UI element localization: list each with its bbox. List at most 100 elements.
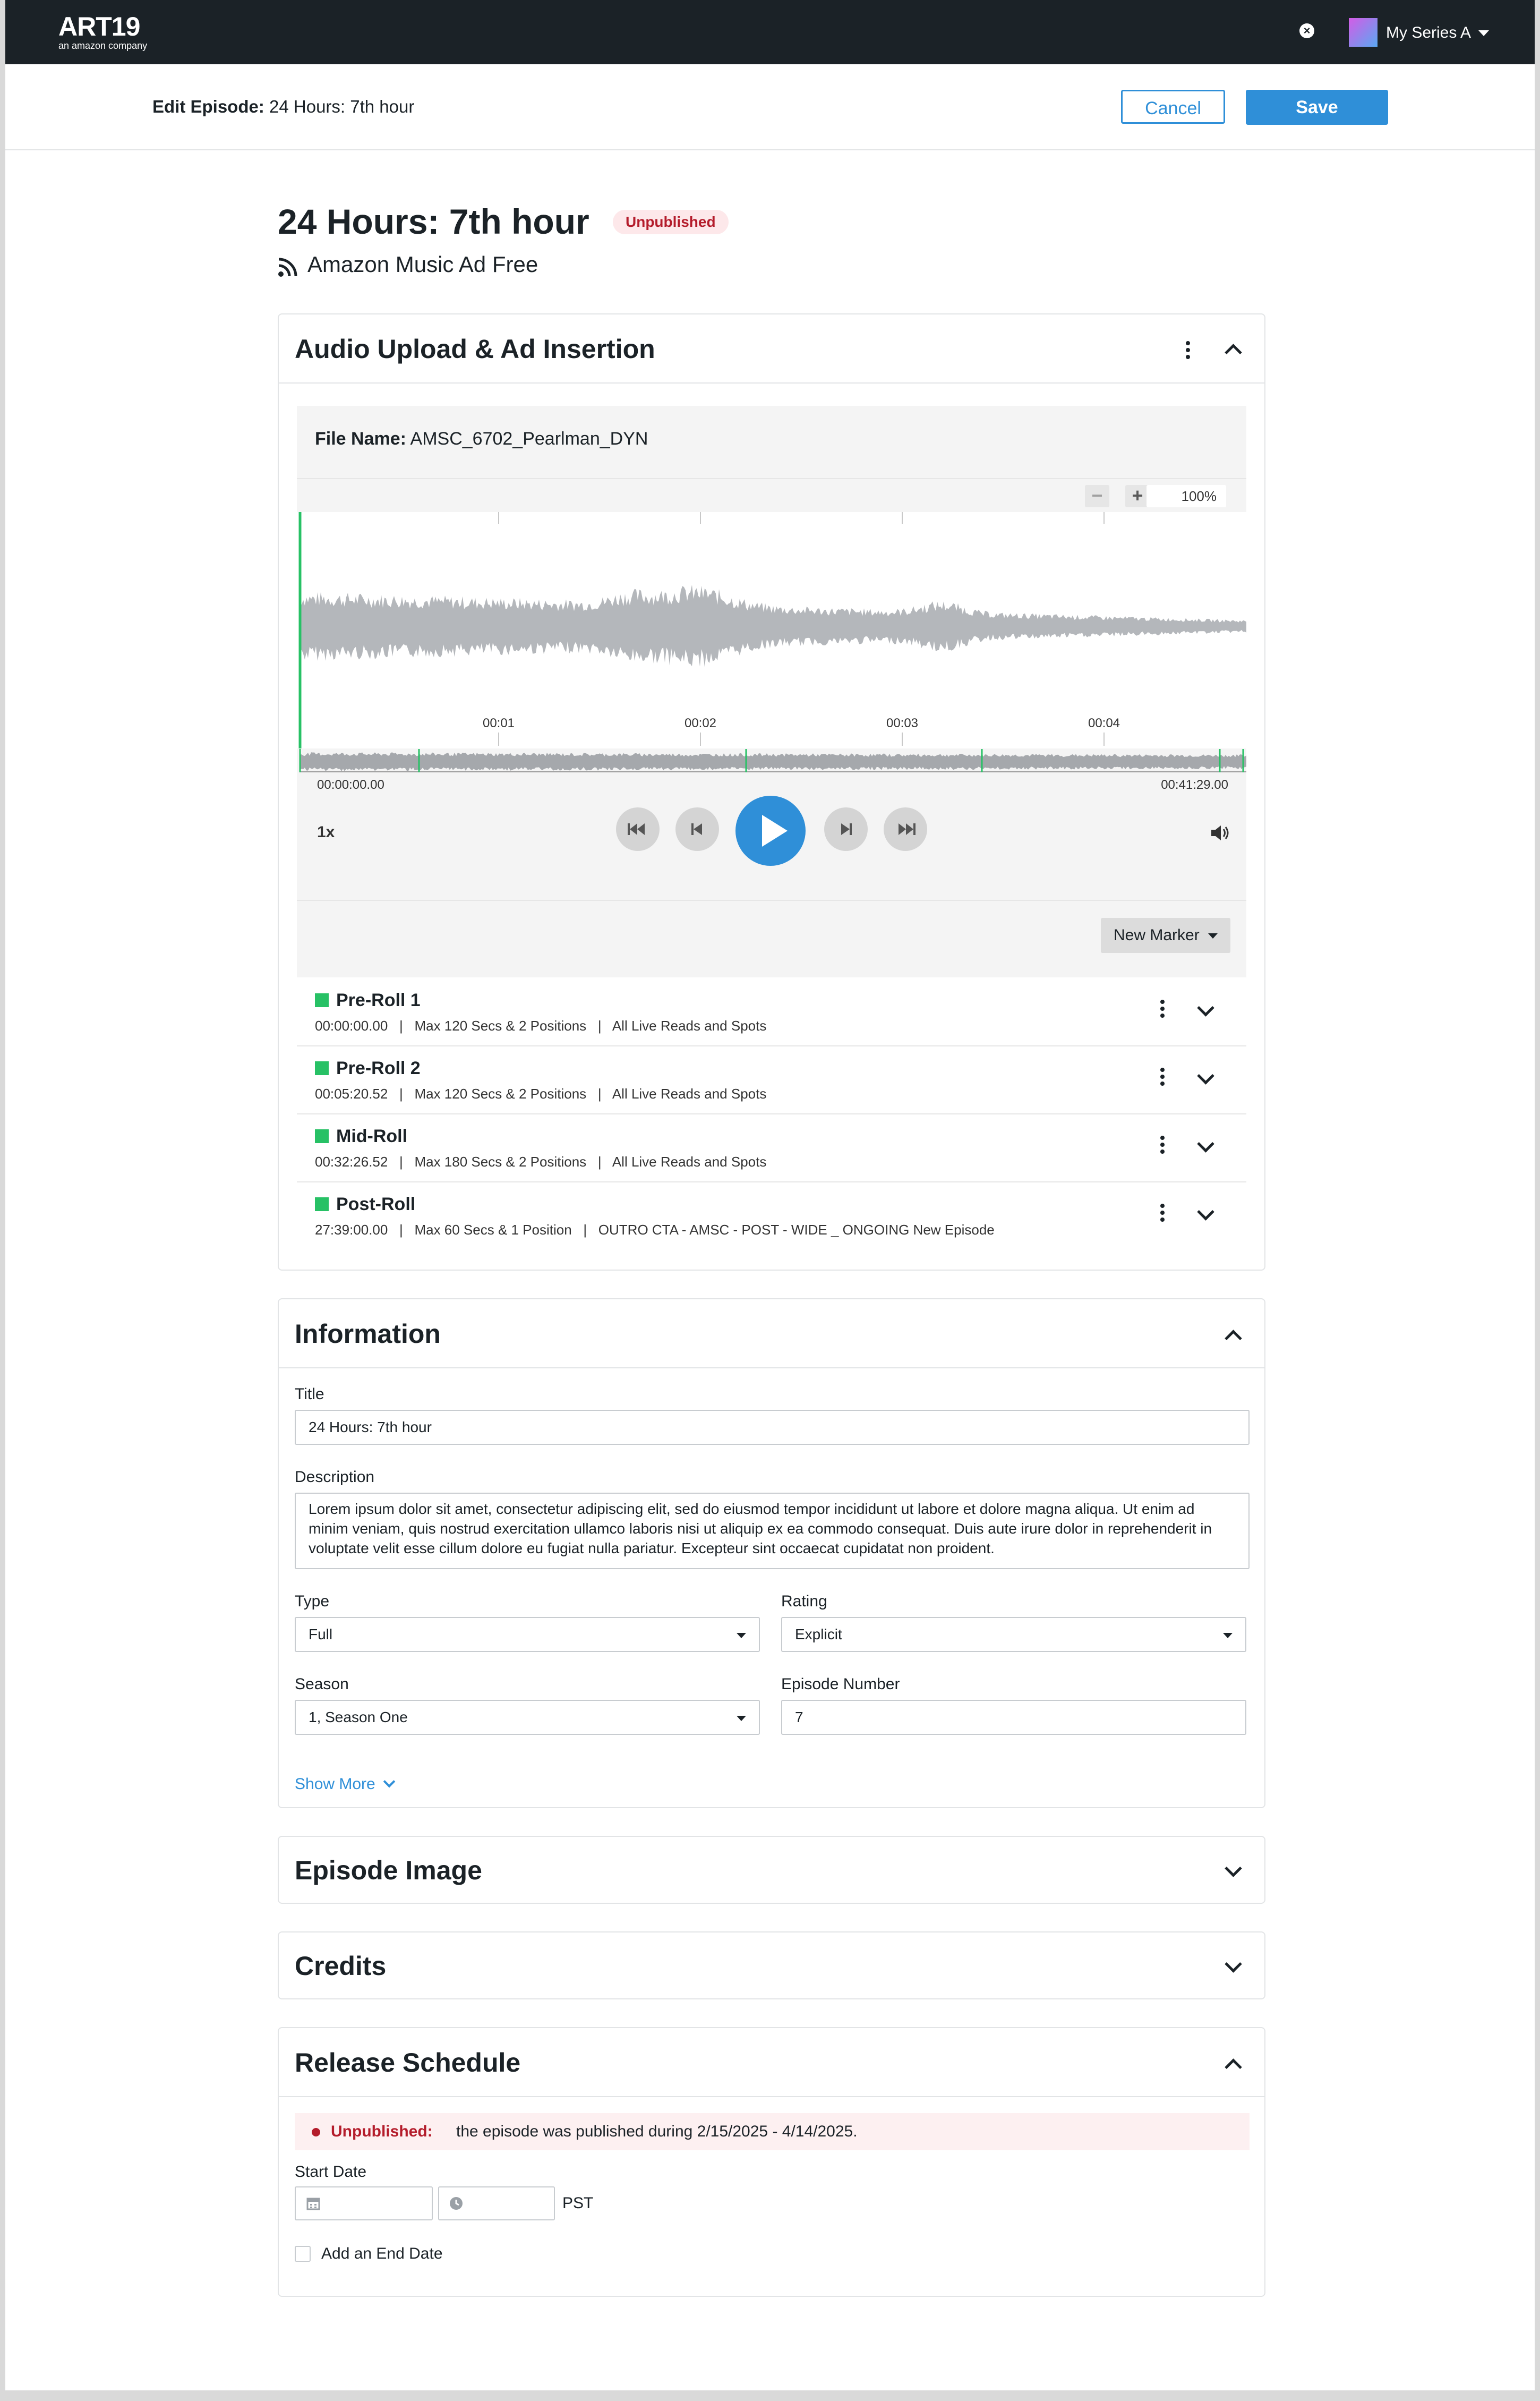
zoom-controls: − + 100%	[297, 478, 1246, 513]
new-marker-label: New Marker	[1114, 926, 1200, 944]
chevron-up-icon[interactable]	[1225, 2058, 1242, 2076]
caret-down-icon[interactable]	[1478, 30, 1489, 36]
fast-forward-icon	[899, 823, 916, 835]
clock-icon	[450, 2197, 463, 2210]
series-switcher[interactable]: My Series A	[1386, 22, 1471, 44]
season-select[interactable]: 1, Season One	[295, 1700, 760, 1735]
title-input[interactable]: 24 Hours: 7th hour	[295, 1410, 1250, 1445]
audio-player: File Name: AMSC_6702_Pearlman_DYN − + 10…	[297, 406, 1246, 977]
audio-card: Audio Upload & Ad Insertion File Name: A…	[278, 313, 1265, 1271]
marker-color-swatch	[315, 1129, 329, 1143]
close-icon[interactable]: ×	[1299, 23, 1314, 38]
step-forward-icon	[841, 823, 852, 835]
episode-number-input[interactable]: 7	[781, 1700, 1246, 1735]
credits-card-header[interactable]: Credits	[279, 1932, 1264, 2000]
waveform[interactable]: 00:01 00:02 00:03 00:04	[297, 512, 1246, 778]
time-end: 00:41:29.00	[1161, 778, 1228, 792]
release-schedule-card-header[interactable]: Release Schedule	[279, 2028, 1264, 2097]
caret-down-icon	[1208, 933, 1218, 939]
waveform-canvas[interactable]: 00:01 00:02 00:03 00:04	[297, 512, 1246, 778]
save-button[interactable]: Save	[1246, 90, 1388, 125]
timeline-tick-label: 00:01	[483, 716, 515, 730]
end-date-label[interactable]: Add an End Date	[321, 2244, 443, 2264]
chevron-down-icon[interactable]	[1225, 1955, 1242, 1973]
play-icon	[762, 815, 788, 847]
alert-status: Unpublished:	[331, 2123, 433, 2140]
edit-episode-name: 24 Hours: 7th hour	[269, 97, 415, 116]
play-button[interactable]	[735, 796, 806, 866]
time-start: 00:00:00.00	[317, 778, 384, 792]
episode-number-label: Episode Number	[781, 1675, 900, 1693]
marker-color-swatch	[315, 1061, 329, 1075]
chevron-down-icon[interactable]	[1197, 1135, 1214, 1153]
logo-tagline: an amazon company	[58, 40, 148, 51]
marker-color-swatch	[315, 1197, 329, 1211]
release-schedule-card-title: Release Schedule	[295, 2048, 521, 2078]
skip-to-start-button[interactable]	[616, 807, 660, 851]
kebab-menu-icon[interactable]	[1160, 1136, 1165, 1156]
marker-name: Pre-Roll 1	[336, 990, 421, 1010]
volume-icon[interactable]	[1210, 824, 1231, 842]
chevron-down-icon[interactable]	[1197, 1067, 1214, 1085]
kebab-menu-icon[interactable]	[1186, 341, 1190, 362]
information-card-title: Information	[295, 1319, 441, 1349]
description-textarea[interactable]: Lorem ipsum dolor sit amet, consectetur …	[295, 1493, 1250, 1569]
kebab-menu-icon[interactable]	[1160, 1068, 1165, 1088]
playback-speed[interactable]: 1x	[317, 823, 335, 841]
description-label: Description	[295, 1468, 375, 1486]
show-more-label: Show More	[295, 1775, 375, 1793]
chevron-down-icon[interactable]	[1225, 1860, 1242, 1877]
zoom-out-button[interactable]: −	[1085, 485, 1109, 507]
information-card: Information Title 24 Hours: 7th hour Des…	[278, 1298, 1265, 1808]
show-more-link[interactable]: Show More	[295, 1774, 396, 1794]
chevron-down-icon[interactable]	[1197, 999, 1214, 1017]
zoom-level[interactable]: 100%	[1147, 485, 1226, 507]
next-marker-button[interactable]	[824, 807, 868, 851]
marker-row[interactable]: Post-Roll 27:39:00.00 | Max 60 Secs & 1 …	[297, 1181, 1246, 1249]
timezone-label: PST	[562, 2194, 594, 2212]
file-name: File Name: AMSC_6702_Pearlman_DYN	[315, 427, 648, 450]
caret-down-icon	[1223, 1633, 1233, 1638]
edit-episode-prefix: Edit Episode:	[152, 97, 264, 116]
alert-message: the episode was published during 2/15/20…	[456, 2123, 858, 2140]
chevron-up-icon[interactable]	[1225, 344, 1242, 361]
marker-row[interactable]: Mid-Roll 00:32:26.52 | Max 180 Secs & 2 …	[297, 1113, 1246, 1182]
marker-name: Post-Roll	[336, 1194, 416, 1214]
new-marker-dropdown[interactable]: New Marker	[1101, 918, 1230, 953]
timeline-tick-label: 00:03	[886, 716, 918, 730]
end-date-checkbox[interactable]	[295, 2246, 311, 2262]
series-avatar[interactable]	[1349, 18, 1378, 47]
status-badge: Unpublished	[613, 210, 729, 234]
credits-card[interactable]: Credits	[278, 1931, 1265, 1999]
step-back-icon	[691, 823, 702, 835]
type-select[interactable]: Full	[295, 1617, 760, 1652]
timeline-tick-label: 00:04	[1088, 716, 1120, 730]
marker-meta: 00:32:26.52 | Max 180 Secs & 2 Positions…	[315, 1154, 767, 1170]
marker-row[interactable]: Pre-Roll 2 00:05:20.52 | Max 120 Secs & …	[297, 1045, 1246, 1114]
new-marker-row: New Marker	[297, 900, 1246, 978]
start-date-input[interactable]	[295, 2186, 433, 2220]
episode-image-card[interactable]: Episode Image	[278, 1836, 1265, 1904]
release-schedule-card: Release Schedule Unpublished: the episod…	[278, 2027, 1265, 2297]
episode-image-card-header[interactable]: Episode Image	[279, 1837, 1264, 1905]
caret-down-icon	[737, 1716, 746, 1721]
skip-to-end-button[interactable]	[884, 807, 927, 851]
marker-row[interactable]: Pre-Roll 1 00:00:00.00 | Max 120 Secs & …	[297, 977, 1246, 1046]
episode-image-card-title: Episode Image	[295, 1855, 482, 1885]
chevron-up-icon[interactable]	[1225, 1330, 1242, 1347]
art19-logo[interactable]: ART19 an amazon company	[58, 12, 147, 51]
kebab-menu-icon[interactable]	[1160, 1000, 1165, 1020]
chevron-down-icon	[383, 1775, 396, 1788]
audio-card-header[interactable]: Audio Upload & Ad Insertion	[279, 314, 1264, 384]
kebab-menu-icon[interactable]	[1160, 1204, 1165, 1224]
cancel-button[interactable]: Cancel	[1121, 90, 1225, 124]
file-name-value: AMSC_6702_Pearlman_DYN	[410, 429, 648, 449]
rewind-icon	[628, 823, 645, 835]
start-time-input[interactable]	[438, 2186, 555, 2220]
rating-select[interactable]: Explicit	[781, 1617, 1246, 1652]
information-card-header[interactable]: Information	[279, 1299, 1264, 1368]
chevron-down-icon[interactable]	[1197, 1203, 1214, 1221]
title-label: Title	[295, 1385, 324, 1403]
previous-marker-button[interactable]	[675, 807, 719, 851]
unpublished-alert: Unpublished: the episode was published d…	[295, 2113, 1250, 2150]
